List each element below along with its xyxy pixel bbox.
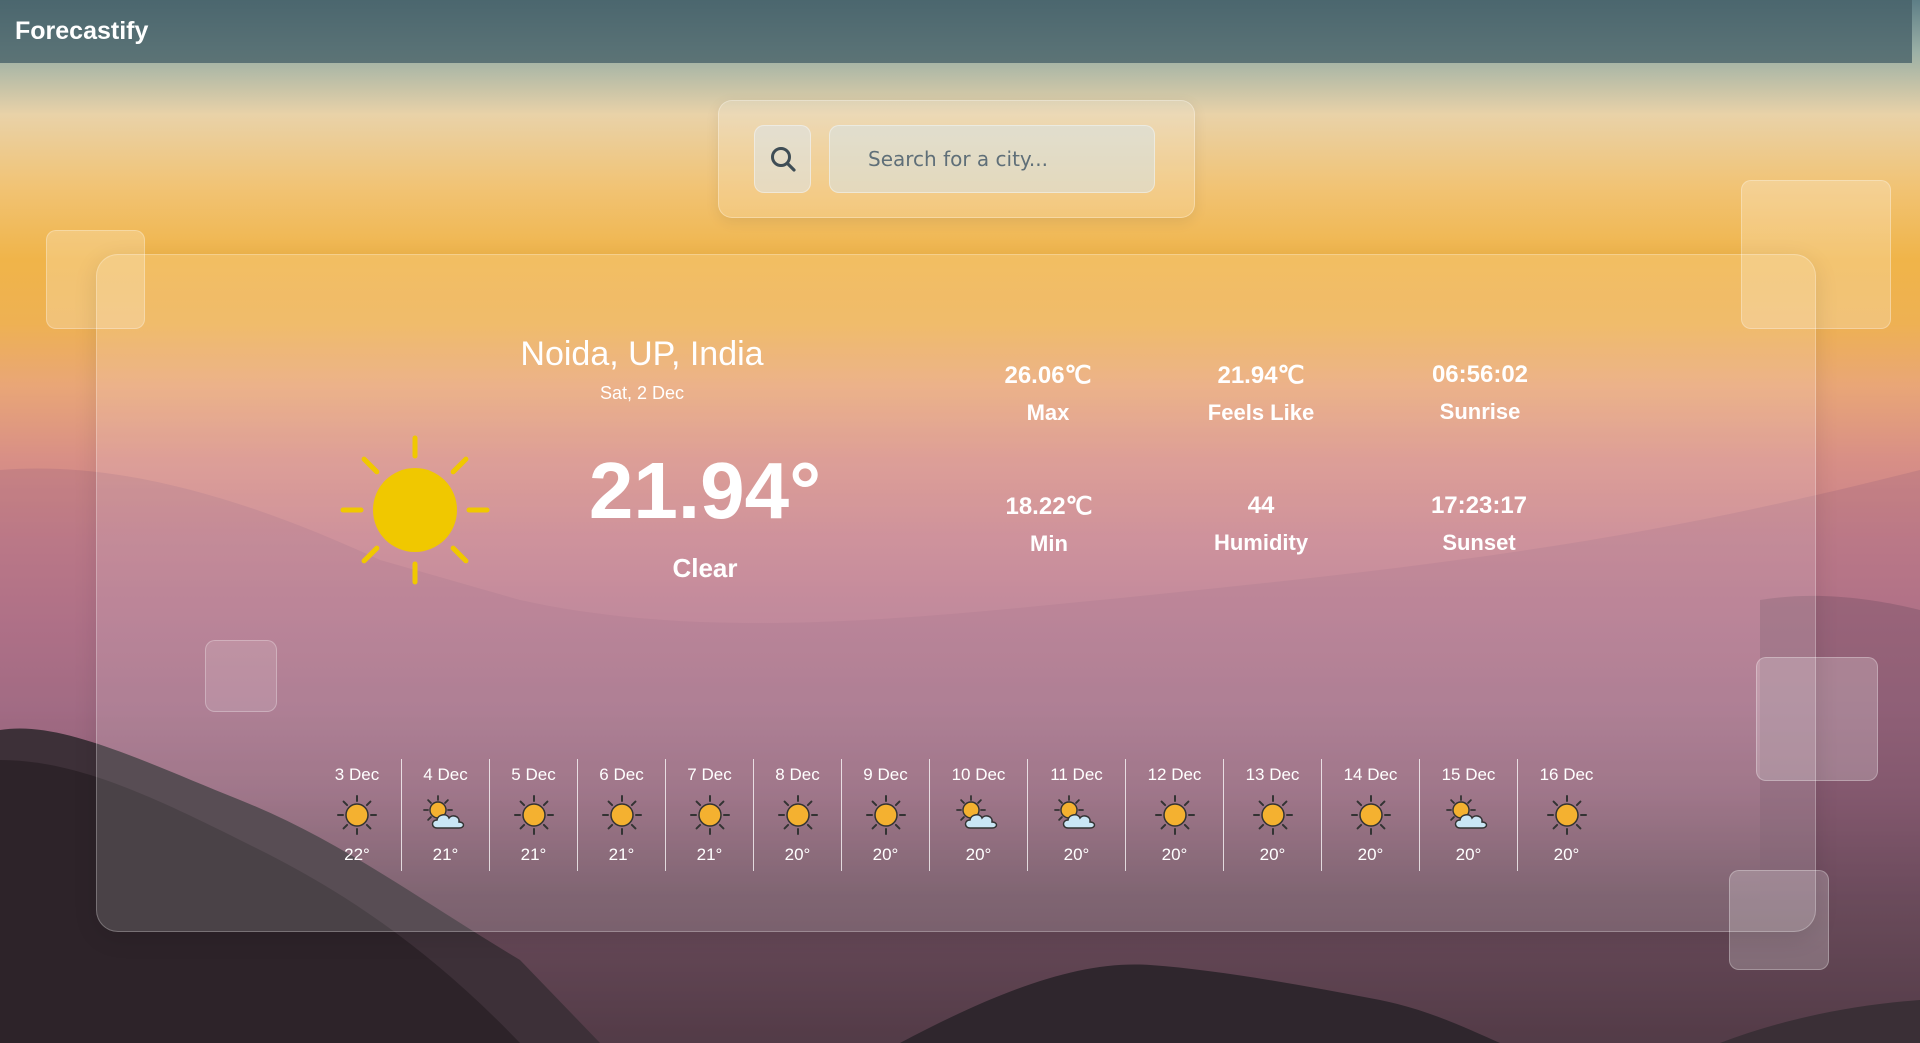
sun-icon xyxy=(337,793,377,837)
sun-icon xyxy=(865,793,906,837)
forecast-temp: 22° xyxy=(344,845,370,864)
search-button[interactable] xyxy=(754,125,811,193)
sun-icon xyxy=(1350,793,1391,837)
forecast-temp: 20° xyxy=(1259,845,1286,864)
partly-cloudy-icon xyxy=(422,793,469,837)
stat-min-value: 18.22℃ xyxy=(1005,493,1093,520)
forecast-date: 6 Dec xyxy=(599,765,644,784)
app-title: Forecastify xyxy=(15,17,149,45)
stat-min-label: Min xyxy=(1030,531,1068,556)
search-input[interactable] xyxy=(829,125,1155,193)
forecast-temp: 20° xyxy=(1553,845,1580,864)
stat-humidity: 44 Humidity xyxy=(1161,492,1361,556)
forecast-temp: 20° xyxy=(1455,845,1482,864)
forecast-date: 11 Dec xyxy=(1050,765,1103,784)
forecast-day: 8 Dec 20° xyxy=(753,759,841,871)
forecast-date: 14 Dec xyxy=(1343,765,1398,784)
forecast-temp: 21° xyxy=(520,845,547,864)
forecast-day: 15 Dec 20° xyxy=(1419,759,1517,871)
stat-humidity-value: 44 xyxy=(1247,492,1275,519)
forecast-date: 12 Dec xyxy=(1147,765,1202,784)
stat-feels-like-value: 21.94℃ xyxy=(1217,362,1305,389)
sun-icon xyxy=(1546,793,1587,837)
stat-feels-like: 21.94℃ Feels Like xyxy=(1161,361,1361,426)
sun-icon xyxy=(1252,793,1293,837)
stat-max-label: Max xyxy=(1026,400,1070,425)
forecast-day: 12 Dec 20° xyxy=(1125,759,1223,871)
forecast-date: 9 Dec xyxy=(863,765,908,784)
stat-feels-like-label: Feels Like xyxy=(1207,400,1315,425)
stat-sunset-value: 17:23:17 xyxy=(1430,492,1528,519)
forecast-temp: 20° xyxy=(965,845,992,864)
forecast-date: 10 Dec xyxy=(951,765,1006,784)
forecast-temp: 20° xyxy=(784,845,811,864)
forecast-temp: 20° xyxy=(1161,845,1188,864)
forecast-day: 9 Dec 20° xyxy=(841,759,929,871)
forecast-date: 4 Dec xyxy=(423,765,468,784)
forecast-day: 4 Dec 21° xyxy=(401,759,489,871)
top-navbar: Forecastify xyxy=(0,0,1912,63)
forecast-strip: 3 Dec 22° 4 Dec 21° 5 Dec 21° 6 Dec 21° 7 Dec 21… xyxy=(313,759,1615,879)
forecast-day: 7 Dec 21° xyxy=(665,759,753,871)
sun-icon xyxy=(777,793,818,837)
stat-humidity-label: Humidity xyxy=(1213,530,1309,555)
stat-max: 26.06℃ Max xyxy=(948,361,1148,426)
forecast-date: 8 Dec xyxy=(775,765,820,784)
stat-sunset: 17:23:17 Sunset xyxy=(1379,492,1579,556)
forecast-temp: 21° xyxy=(696,845,723,864)
forecast-day: 14 Dec 20° xyxy=(1321,759,1419,871)
forecast-date: 13 Dec xyxy=(1245,765,1300,784)
sun-icon xyxy=(340,435,490,585)
location-name: Noida, UP, India xyxy=(520,335,764,373)
sun-icon xyxy=(689,793,730,837)
forecast-temp: 21° xyxy=(432,845,459,864)
current-date: Sat, 2 Dec xyxy=(599,383,685,403)
forecast-temp: 20° xyxy=(1357,845,1384,864)
current-condition: Clear xyxy=(672,553,738,583)
forecast-temp: 20° xyxy=(872,845,899,864)
forecast-day: 6 Dec 21° xyxy=(577,759,665,871)
forecast-date: 16 Dec xyxy=(1539,765,1594,784)
forecast-day: 10 Dec 20° xyxy=(929,759,1027,871)
stat-min: 18.22℃ Min xyxy=(949,492,1149,557)
forecast-date: 3 Dec xyxy=(334,765,380,784)
forecast-date: 5 Dec xyxy=(511,765,556,784)
current-temperature: 21.94° xyxy=(588,446,822,535)
forecast-temp: 20° xyxy=(1063,845,1090,864)
search-panel xyxy=(718,100,1195,218)
stat-max-value: 26.06℃ xyxy=(1004,362,1092,389)
weather-card: Noida, UP, India Sat, 2 Dec 21.94° Clear… xyxy=(96,254,1816,932)
forecast-day: 3 Dec 22° xyxy=(313,759,401,871)
partly-cloudy-icon xyxy=(1053,793,1100,837)
forecast-temp: 21° xyxy=(608,845,635,864)
sun-icon xyxy=(601,793,642,837)
sun-icon xyxy=(1154,793,1195,837)
search-icon xyxy=(770,147,796,172)
forecast-day: 11 Dec 20° xyxy=(1027,759,1125,871)
forecast-date: 15 Dec xyxy=(1441,765,1496,784)
forecast-day: 5 Dec 21° xyxy=(489,759,577,871)
sun-icon xyxy=(513,793,554,837)
stat-sunrise-label: Sunrise xyxy=(1439,399,1521,424)
stat-sunrise: 06:56:02 Sunrise xyxy=(1380,361,1580,425)
forecast-day: 16 Dec 20° xyxy=(1517,759,1615,871)
forecast-date: 7 Dec xyxy=(687,765,732,784)
partly-cloudy-icon xyxy=(1445,793,1492,837)
forecast-day: 13 Dec 20° xyxy=(1223,759,1321,871)
partly-cloudy-icon xyxy=(955,793,1002,837)
stat-sunset-label: Sunset xyxy=(1442,530,1516,555)
stat-sunrise-value: 06:56:02 xyxy=(1431,361,1529,388)
